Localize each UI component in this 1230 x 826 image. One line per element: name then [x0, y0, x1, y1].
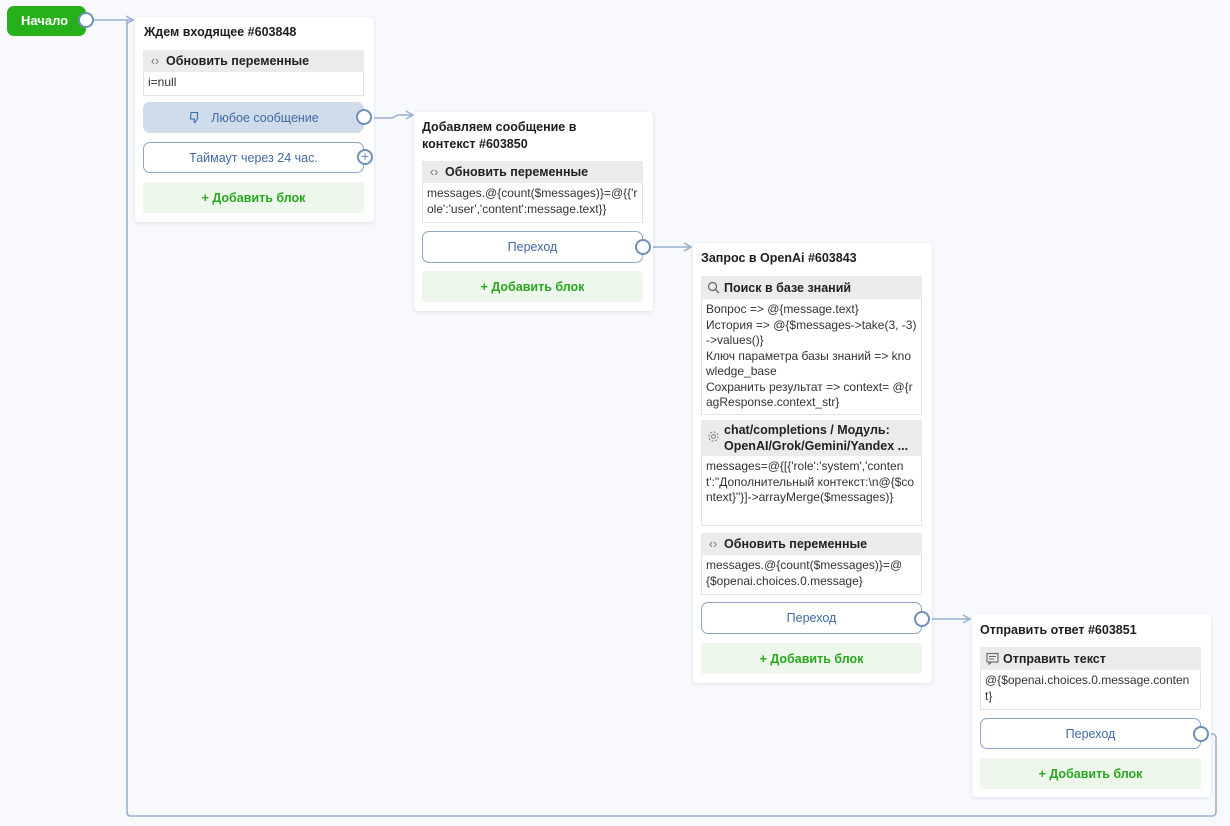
section-label: Обновить переменные — [166, 54, 310, 68]
node-add-context[interactable]: Добавляем сообщение в контекст #603850 ‹… — [414, 112, 653, 311]
button-label: Таймаут через 24 час. — [189, 150, 318, 165]
search-icon — [706, 281, 720, 294]
add-block-button[interactable]: + Добавить блок — [422, 271, 643, 302]
message-icon — [985, 652, 999, 665]
transition-output-port[interactable] — [1193, 726, 1209, 742]
node-title: Ждем входящее #603848 — [144, 25, 297, 39]
any-message-output-port[interactable] — [356, 109, 372, 125]
send-text-body: @{$openai.choices.0.message.content} — [980, 670, 1201, 710]
code-brackets-icon: ‹› — [150, 54, 160, 68]
update-variables-header[interactable]: ‹› Обновить переменные — [701, 533, 922, 555]
section-label: Обновить переменные — [445, 165, 589, 179]
update-variables-body: messages.@{count($messages)}=@{{'role':'… — [422, 183, 643, 223]
kb-search-header[interactable]: Поиск в базе знаний — [701, 276, 922, 299]
section-label: Обновить переменные — [724, 537, 868, 551]
update-variables-body: i=null — [143, 72, 364, 96]
add-block-button[interactable]: + Добавить блок — [143, 182, 364, 213]
transition-button[interactable]: Переход — [980, 718, 1201, 749]
code-brackets-icon: ‹› — [429, 165, 439, 179]
transition-button[interactable]: Переход — [701, 602, 922, 634]
chat-completions-header[interactable]: chat/completions / Модуль: OpenAI/Grok/G… — [701, 420, 922, 456]
transition-output-port[interactable] — [914, 611, 930, 627]
section-label: Отправить текст — [1003, 651, 1106, 666]
button-label: + Добавить блок — [480, 279, 585, 294]
start-label: Начало — [21, 13, 69, 28]
update-variables-header[interactable]: ‹› Обновить переменные — [143, 50, 364, 72]
kb-search-body: Вопрос => @{message.text} История => @{$… — [701, 299, 922, 415]
button-label: + Добавить блок — [759, 651, 864, 666]
transition-button[interactable]: Переход — [422, 231, 643, 263]
update-variables-body: messages.@{count($messages)}=@{$openai.c… — [701, 555, 922, 595]
thumb-down-icon — [188, 111, 201, 124]
add-block-button[interactable]: + Добавить блок — [701, 643, 922, 674]
section-label: Поиск в базе знаний — [724, 280, 852, 295]
node-wait-incoming[interactable]: Ждем входящее #603848 ‹› Обновить переме… — [135, 17, 374, 222]
transition-output-port[interactable] — [635, 239, 651, 255]
any-message-button[interactable]: Любое сообщение — [143, 102, 364, 133]
code-brackets-icon: ‹› — [708, 537, 718, 551]
start-output-port[interactable] — [78, 12, 94, 28]
send-text-header[interactable]: Отправить текст — [980, 647, 1201, 670]
node-title: Добавляем сообщение в контекст #603850 — [422, 120, 577, 151]
button-label: Переход — [507, 240, 558, 254]
button-label: + Добавить блок — [1038, 766, 1143, 781]
gear-icon — [706, 430, 720, 443]
start-node[interactable]: Начало — [7, 6, 86, 36]
plus-icon[interactable]: + — [357, 149, 373, 165]
update-variables-header[interactable]: ‹› Обновить переменные — [422, 161, 643, 183]
button-label: Переход — [1065, 726, 1116, 741]
button-label: Переход — [786, 611, 837, 625]
chat-completions-body: messages=@{[{'role':'system','content':"… — [701, 456, 922, 526]
node-title: Отправить ответ #603851 — [980, 623, 1137, 637]
node-title: Запрос в OpenAi #603843 — [701, 251, 857, 265]
add-block-button[interactable]: + Добавить блок — [980, 758, 1201, 789]
timeout-button[interactable]: Таймаут через 24 час. — [143, 142, 364, 173]
section-label: chat/completions / Модуль: OpenAI/Grok/G… — [724, 423, 909, 453]
button-label: + Добавить блок — [201, 190, 306, 205]
edge-wait-to-context — [372, 110, 415, 120]
node-openai-request[interactable]: Запрос в OpenAi #603843 Поиск в базе зна… — [693, 243, 932, 683]
button-label: Любое сообщение — [211, 110, 319, 125]
node-send-answer[interactable]: Отправить ответ #603851 Отправить текст … — [972, 614, 1211, 797]
